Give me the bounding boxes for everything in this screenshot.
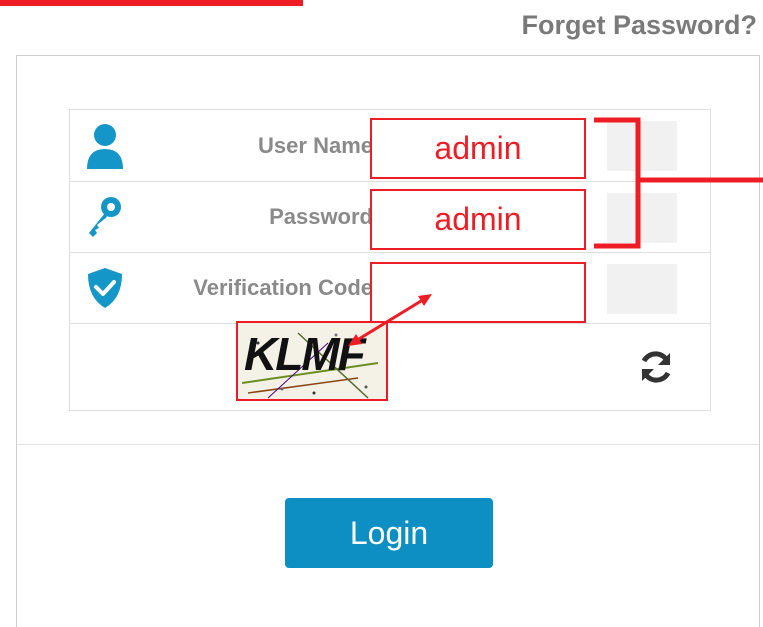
username-label: User Name <box>258 132 373 158</box>
annotation-bracket <box>594 117 648 249</box>
password-input[interactable]: admin <box>370 189 586 250</box>
top-annotation-bar <box>0 0 303 6</box>
key-icon <box>70 182 140 252</box>
password-label: Password <box>269 204 373 229</box>
shield-check-icon <box>70 253 140 323</box>
username-input[interactable]: admin <box>370 118 586 179</box>
forget-password-link[interactable]: Forget Password? <box>521 10 757 41</box>
refresh-icon <box>641 351 671 383</box>
login-button[interactable]: Login <box>285 498 493 568</box>
verification-aux-cell <box>607 264 677 314</box>
refresh-captcha-button[interactable] <box>636 347 676 387</box>
annotation-pointer-line <box>646 177 763 183</box>
annotation-arrow <box>348 294 432 346</box>
panel-divider <box>17 444 759 445</box>
user-icon <box>70 110 140 181</box>
